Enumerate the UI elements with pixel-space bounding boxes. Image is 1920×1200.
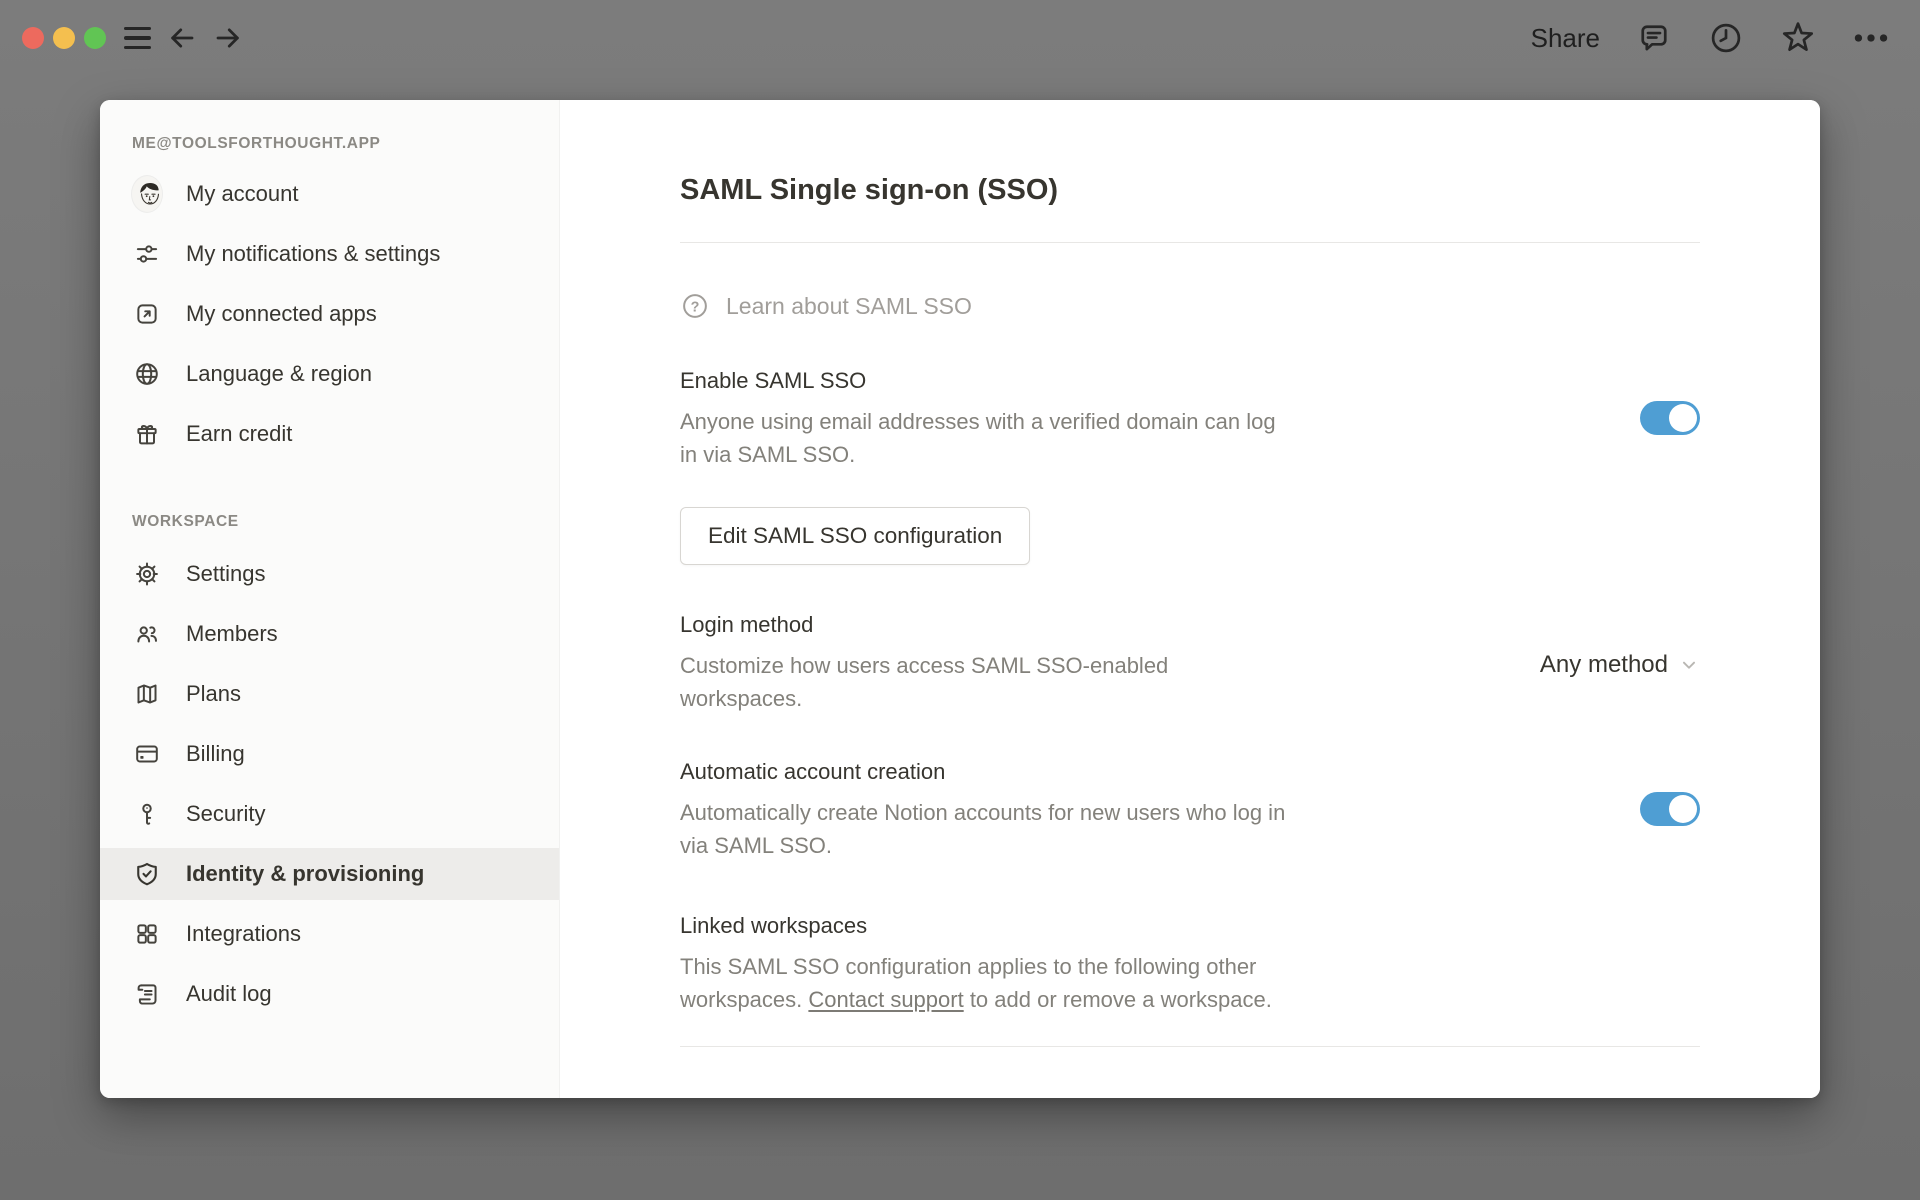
- automatic-account-creation-section: Automatic account creation Automatically…: [680, 758, 1700, 862]
- sidebar-item-label: Earn credit: [186, 421, 293, 446]
- user-avatar: [132, 176, 162, 212]
- automatic-account-creation-description: Automatically create Notion accounts for…: [680, 800, 1286, 858]
- back-icon[interactable]: [167, 23, 197, 53]
- account-menu-list: My account My notifications & settings M…: [100, 168, 559, 460]
- sidebar-item-label: My connected apps: [186, 301, 377, 326]
- login-method-heading: Login method: [680, 612, 814, 637]
- menu-icon[interactable]: [124, 26, 151, 50]
- enable-saml-description: Anyone using email addresses with a veri…: [680, 409, 1276, 467]
- automatic-account-creation-heading: Automatic account creation: [680, 759, 946, 784]
- account-section-header: ME@TOOLSFORTHOUGHT.APP: [132, 135, 381, 152]
- edit-saml-configuration-button[interactable]: Edit SAML SSO configuration: [680, 507, 1031, 565]
- sidebar-item-label: Language & region: [186, 361, 372, 386]
- more-options-icon[interactable]: [1852, 20, 1890, 56]
- enable-saml-heading: Enable SAML SSO: [680, 368, 867, 393]
- updates-clock-icon[interactable]: [1708, 20, 1744, 56]
- sidebar-item-label: Security: [186, 801, 266, 826]
- minimize-window-button[interactable]: [53, 27, 75, 49]
- sidebar-item-label: Settings: [186, 561, 266, 586]
- help-circle-icon: ?: [680, 291, 710, 321]
- sidebar-item-label: Billing: [186, 741, 245, 766]
- sidebar-item-label: Audit log: [186, 981, 272, 1006]
- key-icon: [132, 799, 162, 829]
- chevron-down-icon: [1678, 654, 1700, 676]
- enable-saml-toggle[interactable]: [1640, 401, 1700, 435]
- credit-card-icon: [132, 739, 162, 769]
- settings-content: SAML Single sign-on (SSO) ? Learn about …: [560, 100, 1820, 1098]
- linked-workspaces-description-text: to add or remove a workspace.: [963, 987, 1272, 1012]
- linked-workspaces-heading: Linked workspaces: [680, 913, 868, 938]
- sidebar-item-plans[interactable]: Plans: [100, 668, 559, 720]
- comments-icon[interactable]: [1636, 20, 1672, 56]
- workspace-section-header: WORKSPACE: [132, 513, 239, 530]
- sidebar-item-connected-apps[interactable]: My connected apps: [100, 288, 559, 340]
- divider: [680, 242, 1700, 243]
- login-method-description: Customize how users access SAML SSO-enab…: [680, 653, 1169, 711]
- sidebar-item-earn-credit[interactable]: Earn credit: [100, 408, 559, 460]
- automatic-account-creation-toggle[interactable]: [1640, 792, 1700, 826]
- linked-workspaces-description: This SAML SSO configuration applies to t…: [680, 950, 1295, 1016]
- zoom-window-button[interactable]: [84, 27, 106, 49]
- toggle-knob: [1669, 404, 1697, 432]
- shield-check-icon: [132, 859, 162, 889]
- sidebar-item-security[interactable]: Security: [100, 788, 559, 840]
- members-icon: [132, 619, 162, 649]
- learn-about-saml-link[interactable]: ? Learn about SAML SSO: [680, 291, 1700, 321]
- learn-about-saml-label: Learn about SAML SSO: [726, 292, 972, 319]
- favorite-star-icon[interactable]: [1780, 20, 1816, 56]
- contact-support-link[interactable]: Contact support: [808, 987, 963, 1012]
- login-method-section: Login method Customize how users access …: [680, 611, 1700, 715]
- settings-sidebar: ME@TOOLSFORTHOUGHT.APP My account My not…: [100, 100, 560, 1098]
- toggle-knob: [1669, 795, 1697, 823]
- sidebar-item-my-account[interactable]: My account: [100, 168, 559, 220]
- svg-text:?: ?: [691, 299, 700, 315]
- divider: [680, 1046, 1700, 1047]
- window-titlebar: Share: [0, 0, 1920, 76]
- gift-icon: [132, 419, 162, 449]
- sidebar-item-members[interactable]: Members: [100, 608, 559, 660]
- sidebar-item-identity-provisioning[interactable]: Identity & provisioning: [100, 848, 559, 900]
- sidebar-item-label: My notifications & settings: [186, 241, 441, 266]
- map-icon: [132, 679, 162, 709]
- sidebar-item-integrations[interactable]: Integrations: [100, 908, 559, 960]
- sidebar-item-audit-log[interactable]: Audit log: [100, 968, 559, 1020]
- login-method-dropdown[interactable]: Any method: [1540, 651, 1700, 679]
- sidebar-item-settings[interactable]: Settings: [100, 548, 559, 600]
- share-button[interactable]: Share: [1531, 23, 1600, 54]
- forward-icon[interactable]: [213, 23, 243, 53]
- enable-saml-section: Enable SAML SSO Anyone using email addre…: [680, 367, 1700, 565]
- globe-icon: [132, 359, 162, 389]
- settings-dialog: ME@TOOLSFORTHOUGHT.APP My account My not…: [100, 100, 1820, 1098]
- workspace-menu-list: Settings Members Plans Billing Security …: [100, 548, 559, 1020]
- sidebar-item-label: Integrations: [186, 921, 301, 946]
- close-window-button[interactable]: [22, 27, 44, 49]
- external-link-icon: [132, 299, 162, 329]
- page-title: SAML Single sign-on (SSO): [680, 174, 1059, 206]
- sidebar-item-label: My account: [186, 181, 299, 206]
- sidebar-item-notifications-settings[interactable]: My notifications & settings: [100, 228, 559, 280]
- gear-icon: [132, 559, 162, 589]
- linked-workspaces-section: Linked workspaces This SAML SSO configur…: [680, 912, 1700, 1016]
- sidebar-item-label: Plans: [186, 681, 242, 706]
- scroll-icon: [132, 979, 162, 1009]
- login-method-value: Any method: [1539, 651, 1668, 678]
- sidebar-item-language-region[interactable]: Language & region: [100, 348, 559, 400]
- sidebar-item-billing[interactable]: Billing: [100, 728, 559, 780]
- sidebar-item-label: Identity & provisioning: [186, 861, 425, 886]
- sidebar-item-label: Members: [186, 621, 278, 646]
- sliders-icon: [132, 239, 162, 269]
- grid-icon: [132, 919, 162, 949]
